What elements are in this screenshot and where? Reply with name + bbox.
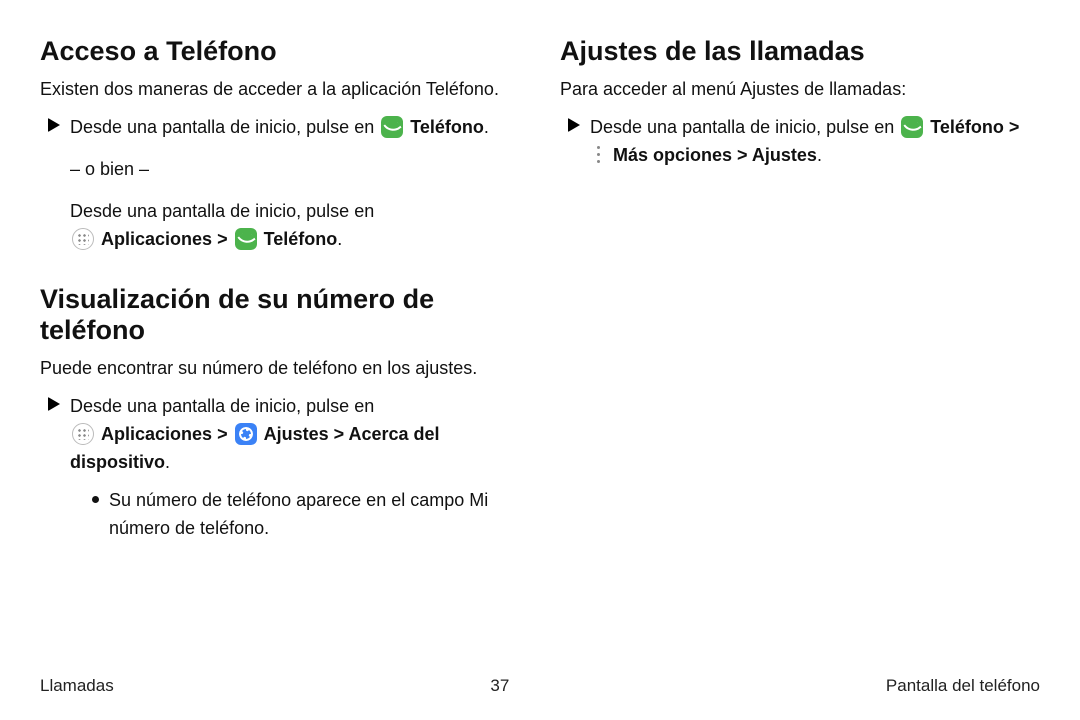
phone-label: Teléfono <box>264 229 338 249</box>
step-marker-icon <box>48 397 60 411</box>
intro-call-settings: Para acceder al menú Ajustes de llamadas… <box>560 77 1040 102</box>
page-footer: Llamadas 37 Pantalla del teléfono <box>40 662 1040 696</box>
text: Desde una pantalla de inicio, pulse en <box>70 201 374 221</box>
bullet-icon <box>92 496 99 503</box>
apps-label: Aplicaciones <box>101 229 212 249</box>
period: . <box>337 229 342 249</box>
bullet-text: Su número de teléfono aparece en el camp… <box>109 487 520 543</box>
more-options-icon <box>592 144 606 166</box>
step-call-settings: Desde una pantalla de inicio, pulse en T… <box>568 114 1040 170</box>
period: . <box>165 452 170 472</box>
heading-view-number: Visualización de su número de teléfono <box>40 284 520 346</box>
alt-step: Desde una pantalla de inicio, pulse en A… <box>70 198 520 254</box>
text: Desde una pantalla de inicio, pulse en <box>70 396 374 416</box>
right-column: Ajustes de las llamadas Para acceder al … <box>560 36 1040 662</box>
caret: > <box>1004 117 1020 137</box>
settings-icon <box>235 423 257 445</box>
apps-label: Aplicaciones <box>101 424 212 444</box>
two-column-layout: Acceso a Teléfono Existen dos maneras de… <box>40 36 1040 662</box>
more-options-label: Más opciones <box>613 145 732 165</box>
caret: > <box>212 229 233 249</box>
step-access-phone: Desde una pantalla de inicio, pulse en T… <box>48 114 520 254</box>
footer-page-number: 37 <box>490 676 509 696</box>
period: . <box>484 117 489 137</box>
intro-view-number: Puede encontrar su número de teléfono en… <box>40 356 520 381</box>
heading-call-settings: Ajustes de las llamadas <box>560 36 1040 67</box>
caret: > <box>329 424 349 444</box>
settings-label: Ajustes <box>264 424 329 444</box>
phone-icon <box>235 228 257 250</box>
intro-access-phone: Existen dos maneras de acceder a la apli… <box>40 77 520 102</box>
text: Desde una pantalla de inicio, pulse en <box>590 117 894 137</box>
footer-right: Pantalla del teléfono <box>886 676 1040 696</box>
heading-access-phone: Acceso a Teléfono <box>40 36 520 67</box>
period: . <box>817 145 822 165</box>
step-marker-icon <box>568 118 580 132</box>
settings-label: Ajustes <box>752 145 817 165</box>
caret: > <box>732 145 752 165</box>
step-body: Desde una pantalla de inicio, pulse en A… <box>70 393 520 542</box>
step-marker-icon <box>48 118 60 132</box>
step-body: Desde una pantalla de inicio, pulse en T… <box>590 114 1040 170</box>
footer-left: Llamadas <box>40 676 114 696</box>
or-divider: – o bien – <box>70 156 520 184</box>
step-view-number: Desde una pantalla de inicio, pulse en A… <box>48 393 520 542</box>
caret: > <box>212 424 233 444</box>
phone-icon <box>901 116 923 138</box>
left-column: Acceso a Teléfono Existen dos maneras de… <box>40 36 520 662</box>
apps-icon <box>72 423 94 445</box>
apps-icon <box>72 228 94 250</box>
phone-label: Teléfono <box>930 117 1004 137</box>
phone-icon <box>381 116 403 138</box>
phone-label: Teléfono <box>410 117 484 137</box>
sub-bullet: Su número de teléfono aparece en el camp… <box>92 487 520 543</box>
step-body: Desde una pantalla de inicio, pulse en T… <box>70 114 520 254</box>
text: Desde una pantalla de inicio, pulse en <box>70 117 374 137</box>
